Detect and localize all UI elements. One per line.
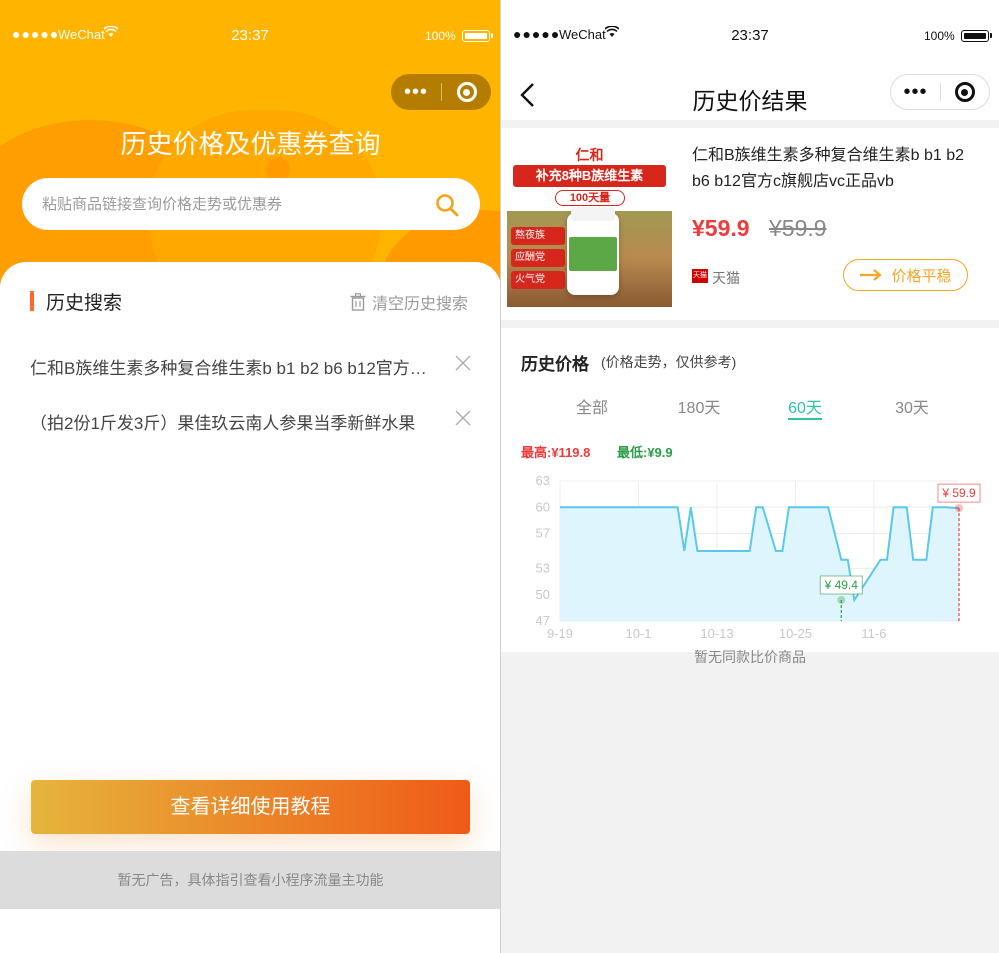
close-icon[interactable] (454, 354, 472, 372)
status-bar: ●●●●● WeChat 23:37 100% (501, 24, 999, 48)
history-item-text[interactable]: （拍2份1斤发3斤）果佳玖云南人参果当季新鲜水果 (30, 409, 430, 434)
right-screen: ●●●●● WeChat 23:37 100% 历史价结果 ••• 仁和 补充8… (501, 0, 999, 953)
y-tick-label: 50 (536, 587, 550, 602)
arrow-right-icon (860, 269, 883, 281)
miniprogram-capsule: ••• (890, 74, 990, 110)
close-icon[interactable] (454, 409, 472, 427)
y-tick-label: 63 (536, 473, 550, 488)
history-price-section: 历史价格 (价格走势，仅供参考) 全部 180天 60天 30天 最高:¥119… (501, 328, 999, 652)
annotation-point (955, 504, 963, 513)
more-icon[interactable]: ••• (891, 74, 940, 110)
product-image-brand: 仁和 (575, 147, 604, 163)
x-tick-label: 10-1 (625, 626, 651, 638)
tab-30-days[interactable]: 30天 (891, 394, 933, 418)
active-tab-indicator (788, 418, 822, 420)
history-item[interactable]: （拍2份1斤发3斤）果佳玖云南人参果当季新鲜水果 (30, 405, 475, 435)
price-area (560, 507, 959, 621)
tutorial-button[interactable]: 查看详细使用教程 (31, 780, 470, 834)
x-tick-label: 10-25 (779, 626, 812, 638)
close-miniprogram-button[interactable] (941, 82, 989, 102)
max-price: 最高:¥119.8 (521, 445, 591, 460)
current-price: ¥59.9 (692, 215, 750, 241)
more-icon[interactable]: ••• (391, 74, 441, 110)
battery-icon (462, 30, 490, 42)
clear-history-button[interactable]: 清空历史搜索 (350, 290, 468, 314)
product-image-slogan: 补充8种B族维生素 (513, 165, 666, 187)
status-bar: ●●●●● WeChat 23:37 100% (0, 24, 500, 48)
battery-tip (491, 33, 493, 38)
x-tick-label: 9-19 (547, 626, 573, 638)
product-image[interactable]: 仁和 补充8种B族维生素 100天量 熬夜族 应酬党 火气党 (507, 141, 672, 307)
left-screen: ●●●●● WeChat 23:37 100% ••• 历史价格及优惠券查询 粘… (0, 0, 501, 953)
battery-icon (961, 30, 989, 42)
battery-percent: 100% (924, 29, 955, 43)
search-icon[interactable] (434, 192, 460, 218)
product-image-tag: 熬夜族 (511, 227, 565, 245)
battery-percent: 100% (425, 29, 456, 43)
y-tick-label: 60 (536, 499, 550, 514)
page-title: 历史价格及优惠券查询 (120, 129, 381, 159)
search-input[interactable] (42, 190, 422, 218)
miniprogram-capsule: ••• (391, 74, 491, 110)
tab-all[interactable]: 全部 (575, 394, 609, 418)
tmall-logo: 天猫 (692, 269, 708, 283)
target-icon (456, 82, 477, 102)
product-card[interactable]: 仁和 补充8种B族维生素 100天量 熬夜族 应酬党 火气党 仁和B族维生素多种… (501, 128, 999, 320)
tab-180-days[interactable]: 180天 (673, 394, 725, 418)
price-history-chart[interactable]: 4750535760639-19 10-1 10-13 10-25 11-6¥ 49.4… (501, 468, 999, 638)
history-price-subtitle: (价格走势，仅供参考) (601, 354, 737, 370)
clear-history-label: 清空历史搜索 (372, 296, 469, 313)
shop-name: 天猫 (712, 270, 740, 286)
price-trend-label: 价格平稳 (891, 267, 952, 285)
min-price: 最低:¥9.9 (617, 445, 673, 460)
product-image-tag: 火气党 (511, 271, 565, 289)
history-item[interactable]: 仁和B族维生素多种复合维生素b b1 b2 b6 b12官方c旗舰店vc正品vb (30, 350, 475, 380)
trash-icon (350, 293, 366, 311)
search-bar[interactable] (22, 178, 480, 230)
bottle-label-graphic (569, 237, 617, 271)
product-image-days: 100天量 (555, 190, 625, 206)
ad-placeholder: 暂无广告，具体指引查看小程序流量主功能 (0, 851, 500, 909)
product-image-tag: 应酬党 (511, 249, 565, 267)
product-title[interactable]: 仁和B族维生素多种复合维生素b b1 b2 b6 b12官方c旗舰店vc正品vb (692, 143, 982, 195)
y-tick-label: 53 (536, 561, 550, 576)
x-tick-label: 11-6 (861, 626, 886, 638)
section-marker (30, 291, 34, 311)
close-miniprogram-button[interactable] (442, 82, 491, 102)
annotation-label: ¥ 49.4 (824, 578, 859, 592)
bottle-cap-graphic (571, 207, 615, 221)
history-title: 历史搜索 (46, 293, 123, 314)
annotation-point (837, 596, 846, 604)
x-tick-label: 10-13 (700, 626, 733, 638)
battery-tip (990, 33, 992, 38)
y-tick-label: 57 (536, 526, 550, 541)
target-icon (954, 82, 975, 102)
no-comparison-text: 暂无同款比价商品 (694, 649, 806, 665)
history-price-title: 历史价格 (521, 355, 589, 374)
tab-60-days[interactable]: 60天 (784, 394, 826, 418)
history-item-text[interactable]: 仁和B族维生素多种复合维生素b b1 b2 b6 b12官方c旗舰店vc正品vb (30, 354, 430, 379)
annotation-label: ¥ 59.9 (941, 486, 976, 500)
price-trend-badge[interactable]: 价格平稳 (843, 259, 968, 291)
original-price: ¥59.9 (769, 215, 827, 241)
